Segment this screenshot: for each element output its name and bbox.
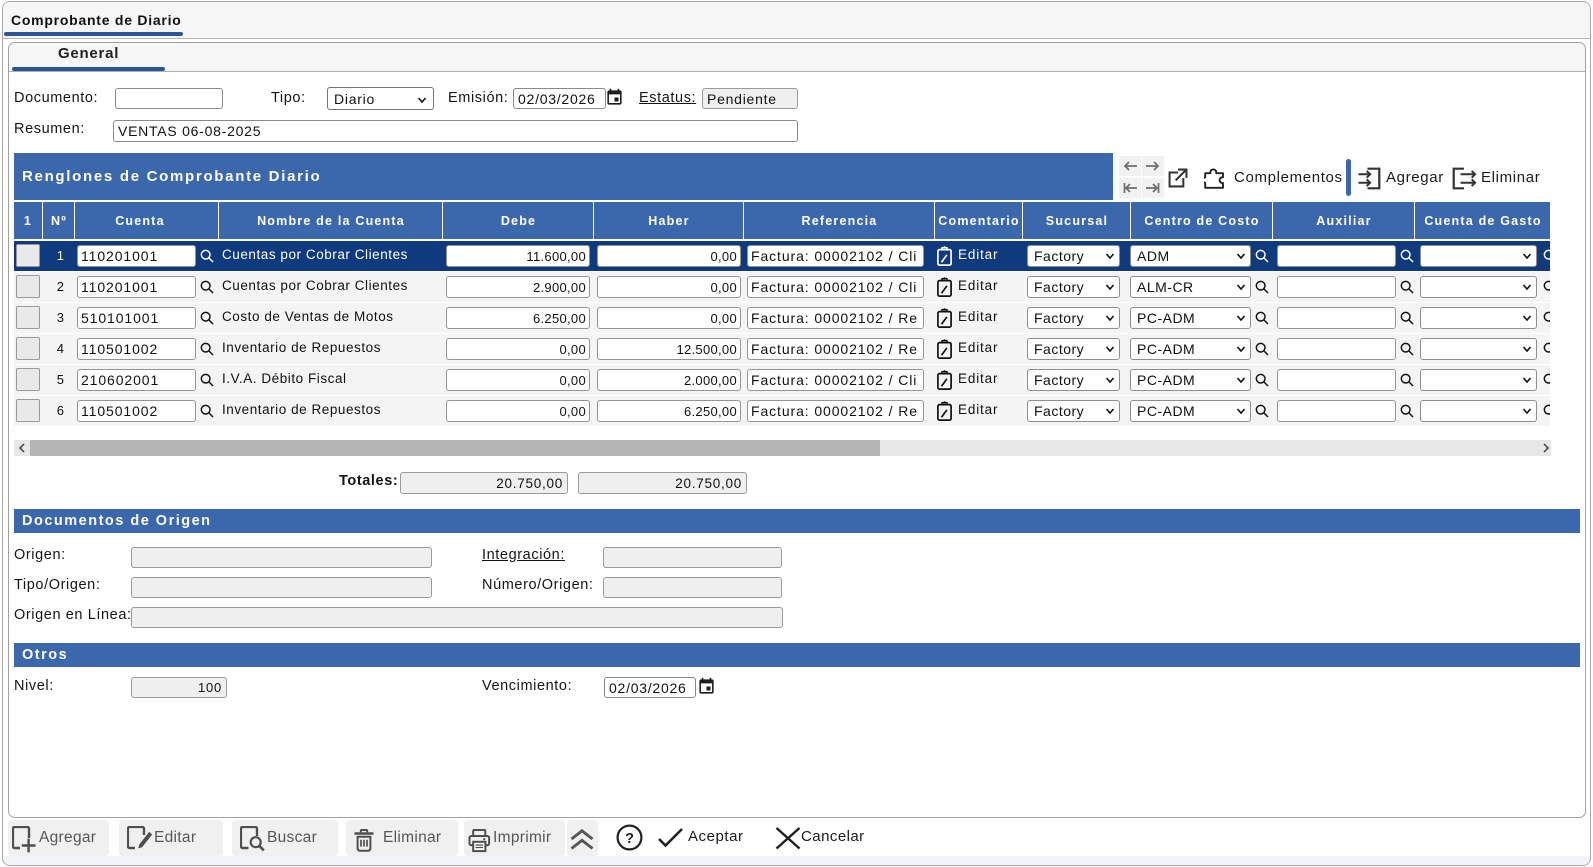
svg-text:?: ?	[625, 831, 634, 847]
